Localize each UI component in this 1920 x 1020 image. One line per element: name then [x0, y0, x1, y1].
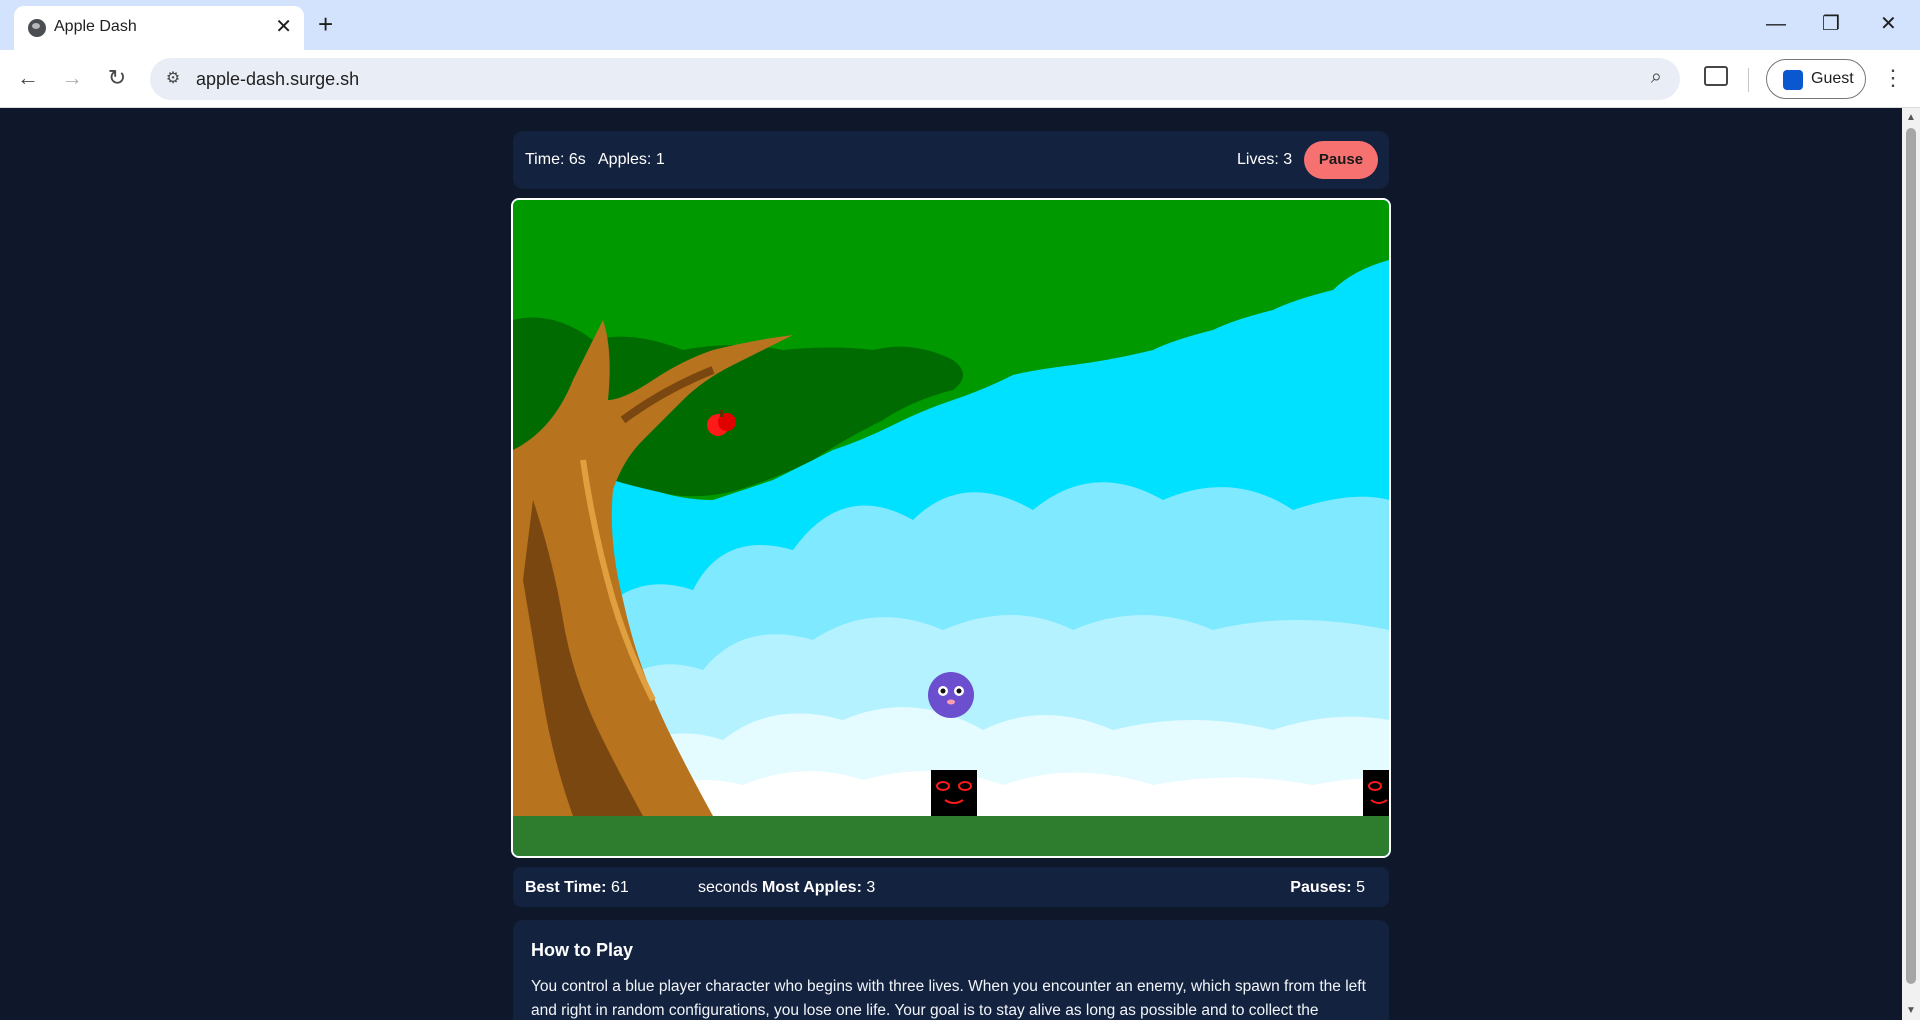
apple-counter: Apples: 1 [598, 151, 665, 168]
plus-icon[interactable]: + [318, 10, 333, 38]
browser-tab[interactable]: Apple Dash ✕ [14, 6, 304, 50]
enemy [931, 770, 977, 816]
best-time-unit: seconds [698, 879, 758, 896]
how-to-play-title: How to Play [531, 940, 634, 960]
globe-icon [28, 19, 46, 37]
restore-icon[interactable]: ❐ [1822, 10, 1840, 38]
scroll-down-icon[interactable]: ▼ [1906, 1005, 1916, 1016]
profile-icon [1783, 70, 1803, 90]
scroll-thumb[interactable] [1906, 128, 1916, 984]
zoom-icon[interactable]: ⌕ [1651, 66, 1662, 89]
back-icon[interactable]: ← [12, 62, 44, 94]
ground [513, 816, 1389, 856]
how-to-play-panel: How to Play You control a blue player ch… [513, 920, 1389, 1020]
tab-title: Apple Dash [54, 18, 137, 35]
how-to-play-body: You control a blue player character who … [531, 978, 1366, 1019]
site-info-icon[interactable]: ⚙ [162, 68, 184, 90]
most-apples-label: Most Apples: [762, 879, 862, 896]
close-window-icon[interactable]: ✕ [1880, 10, 1897, 38]
profile-label: Guest [1811, 70, 1854, 87]
forward-icon[interactable]: → [56, 62, 88, 94]
pause-button[interactable]: Pause [1304, 141, 1378, 179]
most-apples: seconds Most Apples: 3 [698, 879, 875, 897]
menu-icon[interactable]: ⋮ [1882, 62, 1904, 94]
game-hud: Time: 6s Apples: 1 Lives: 3 Pause [513, 131, 1389, 189]
enemy [1363, 770, 1389, 816]
reload-icon[interactable]: ↻ [101, 62, 133, 94]
pauses-value: 5 [1356, 879, 1365, 896]
lives-counter: Lives: 3 [1237, 151, 1293, 168]
stats-bar: Best Time: 61 seconds Most Apples: 3 Pau… [513, 867, 1389, 907]
address-bar[interactable]: ⚙ apple-dash.surge.sh ⌕ [150, 58, 1680, 100]
pauses: Pauses: 5 [1290, 879, 1365, 897]
toolbar-divider [1748, 68, 1749, 92]
cast-icon[interactable] [1704, 66, 1728, 86]
game-scene [513, 200, 1389, 856]
page-scrollbar[interactable]: ▲ ▼ [1902, 108, 1920, 1020]
profile-button[interactable]: Guest [1766, 59, 1866, 99]
minimize-icon[interactable]: — [1766, 10, 1786, 38]
scroll-up-icon[interactable]: ▲ [1906, 112, 1916, 123]
pauses-label: Pauses: [1290, 879, 1352, 896]
close-icon[interactable]: ✕ [275, 15, 292, 39]
url-text[interactable]: apple-dash.surge.sh [196, 69, 359, 90]
best-time-label: Best Time: [525, 879, 607, 896]
game-canvas[interactable] [511, 198, 1391, 858]
time-counter: Time: 6s [525, 151, 586, 168]
player-character [928, 672, 974, 718]
best-time: Best Time: 61 [525, 879, 629, 897]
best-time-value: 61 [610, 879, 629, 896]
most-apples-value: 3 [866, 879, 876, 896]
